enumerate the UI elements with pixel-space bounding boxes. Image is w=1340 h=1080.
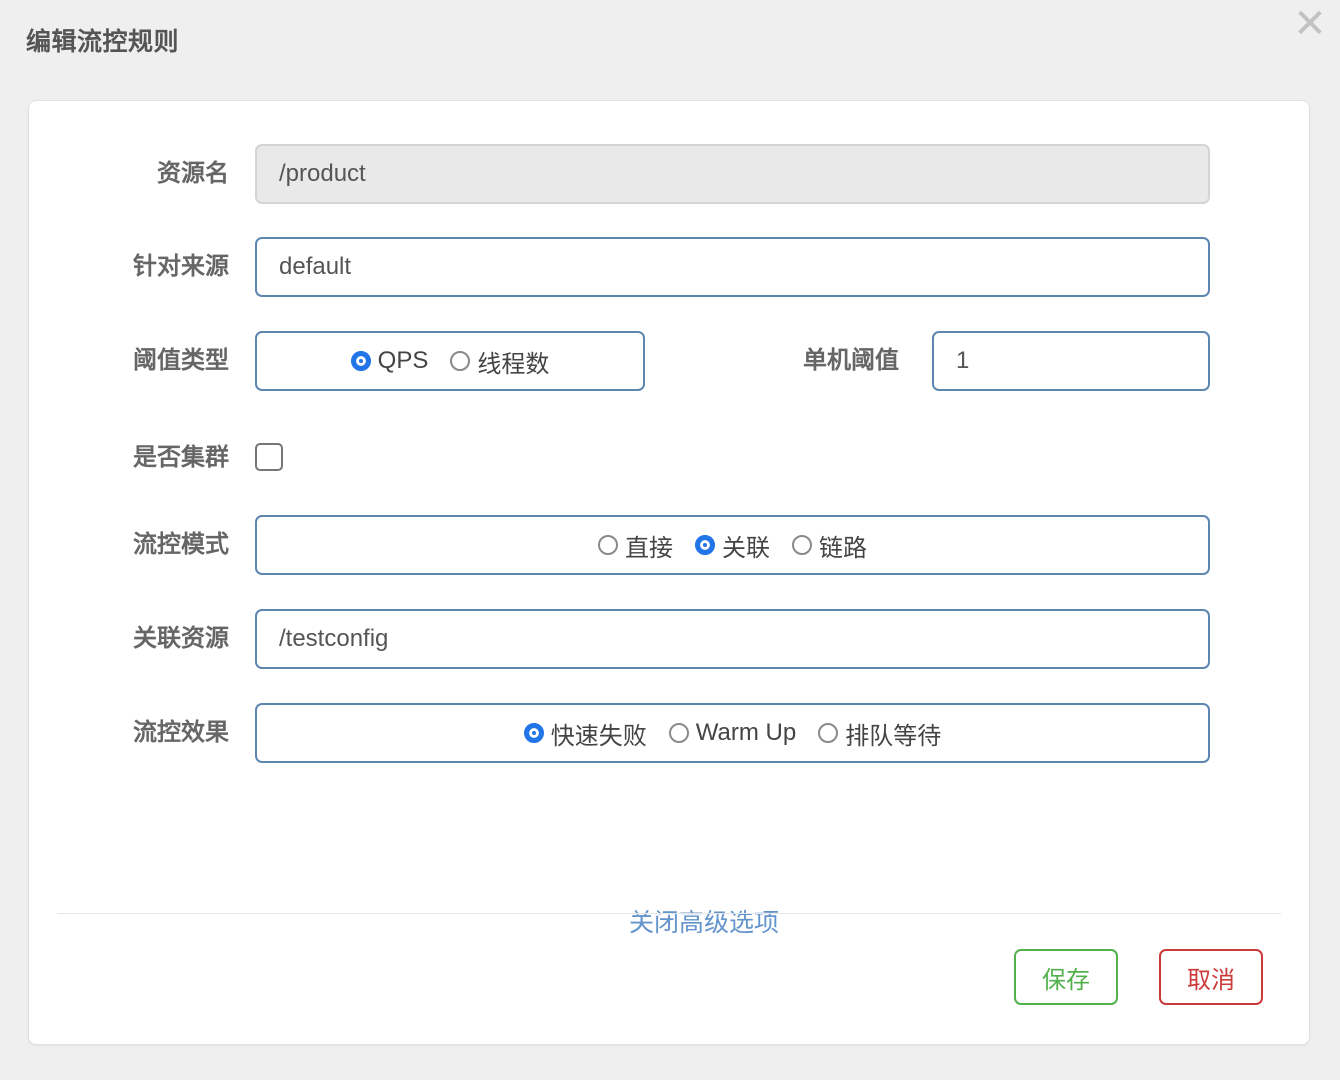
radio-flow-effect-fast-fail-label: 快速失败 bbox=[551, 716, 647, 751]
radio-flow-mode-direct[interactable]: 直接 bbox=[598, 528, 673, 563]
radio-threshold-qps[interactable]: QPS bbox=[351, 347, 429, 375]
radio-threshold-threads-label: 线程数 bbox=[477, 344, 549, 379]
form-row-flow-mode: 流控模式 直接 关联 链路 bbox=[29, 510, 1309, 580]
radio-unselected-icon bbox=[792, 535, 812, 555]
radio-threshold-threads[interactable]: 线程数 bbox=[450, 344, 549, 379]
radio-selected-icon bbox=[695, 535, 715, 555]
single-threshold-input[interactable] bbox=[932, 331, 1210, 391]
radio-flow-effect-fast-fail[interactable]: 快速失败 bbox=[524, 716, 647, 751]
label-ref-resource: 关联资源 bbox=[39, 604, 229, 674]
radio-selected-icon bbox=[351, 351, 371, 371]
form-row-origin: 针对来源 bbox=[29, 232, 1309, 302]
page-title: 编辑流控规则 bbox=[26, 22, 179, 58]
save-button[interactable]: 保存 bbox=[1014, 949, 1118, 1005]
advanced-options-toggle[interactable]: 关闭高级选项 bbox=[29, 903, 1309, 939]
label-single-threshold: 单机阈值 bbox=[709, 326, 899, 396]
is-cluster-checkbox[interactable] bbox=[255, 443, 283, 471]
flow-mode-radio-group: 直接 关联 链路 bbox=[255, 515, 1210, 575]
radio-flow-mode-associated-label: 关联 bbox=[722, 528, 770, 563]
form-row-resource-name: 资源名 bbox=[29, 139, 1309, 209]
radio-flow-mode-associated[interactable]: 关联 bbox=[695, 528, 770, 563]
label-threshold-type: 阈值类型 bbox=[39, 326, 229, 396]
radio-flow-effect-warm-up[interactable]: Warm Up bbox=[669, 719, 796, 747]
radio-threshold-qps-label: QPS bbox=[378, 347, 429, 375]
dialog-footer: 保存 取消 bbox=[29, 939, 1309, 1019]
flow-effect-radio-group: 快速失败 Warm Up 排队等待 bbox=[255, 703, 1210, 763]
label-resource-name: 资源名 bbox=[39, 139, 229, 209]
ref-resource-input[interactable] bbox=[255, 609, 1210, 669]
label-origin: 针对来源 bbox=[39, 232, 229, 302]
form-row-is-cluster: 是否集群 bbox=[29, 423, 1309, 493]
radio-flow-effect-queue[interactable]: 排队等待 bbox=[818, 716, 941, 751]
cancel-button[interactable]: 取消 bbox=[1159, 949, 1263, 1005]
close-icon[interactable]: ✕ bbox=[1288, 2, 1332, 46]
advanced-options-toggle-label: 关闭高级选项 bbox=[559, 903, 779, 939]
radio-selected-icon bbox=[524, 723, 544, 743]
label-flow-effect: 流控效果 bbox=[39, 698, 229, 768]
radio-flow-mode-chain-label: 链路 bbox=[819, 528, 867, 563]
radio-flow-effect-queue-label: 排队等待 bbox=[845, 716, 941, 751]
radio-unselected-icon bbox=[598, 535, 618, 555]
form-row-ref-resource: 关联资源 bbox=[29, 604, 1309, 674]
origin-input[interactable] bbox=[255, 237, 1210, 297]
footer-divider bbox=[57, 913, 1281, 914]
radio-flow-effect-warm-up-label: Warm Up bbox=[696, 719, 796, 747]
radio-unselected-icon bbox=[669, 723, 689, 743]
threshold-type-radio-group: QPS 线程数 bbox=[255, 331, 645, 391]
radio-unselected-icon bbox=[818, 723, 838, 743]
label-is-cluster: 是否集群 bbox=[39, 423, 229, 493]
edit-rule-card: 资源名 针对来源 阈值类型 QPS 线程数 单机阈值 bbox=[28, 100, 1310, 1045]
resource-name-input[interactable] bbox=[255, 144, 1210, 204]
label-flow-mode: 流控模式 bbox=[39, 510, 229, 580]
form-row-flow-effect: 流控效果 快速失败 Warm Up 排队等待 bbox=[29, 698, 1309, 768]
dialog-header: 编辑流控规则 ✕ bbox=[0, 0, 1340, 78]
radio-flow-mode-chain[interactable]: 链路 bbox=[792, 528, 867, 563]
radio-unselected-icon bbox=[450, 351, 470, 371]
radio-flow-mode-direct-label: 直接 bbox=[625, 528, 673, 563]
form-row-threshold-type: 阈值类型 QPS 线程数 单机阈值 bbox=[29, 326, 1309, 396]
